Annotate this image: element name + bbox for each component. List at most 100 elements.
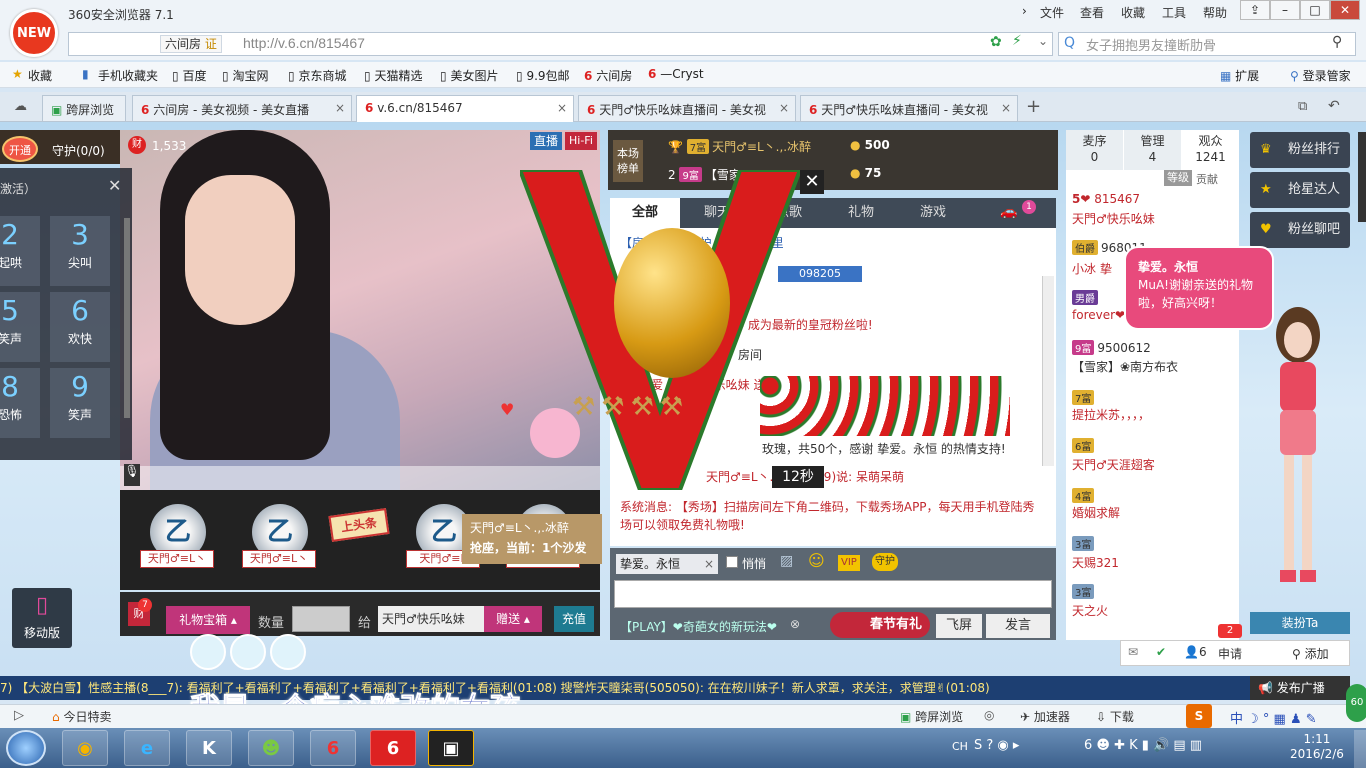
close-tab-icon[interactable]: × — [1001, 101, 1011, 115]
close-tab-icon[interactable]: × — [557, 101, 567, 115]
user-name[interactable]: 婚姻求解 — [1072, 504, 1120, 521]
minimize-button[interactable]: – — [1270, 0, 1300, 20]
close-icon[interactable]: × — [704, 554, 714, 574]
close-icon[interactable]: ✕ — [800, 170, 824, 194]
quantity-input[interactable] — [292, 606, 350, 632]
recipient-select[interactable]: 天門♂快乐吆妹 — [378, 606, 484, 632]
start-button[interactable] — [6, 730, 46, 766]
speed-icon[interactable]: ⚡ — [1012, 33, 1022, 49]
sound-key-9[interactable]: 9 笑声 — [50, 368, 110, 438]
zoom-badge[interactable]: 60 — [1346, 684, 1366, 722]
star-grab-button[interactable]: ★ 抢星达人 — [1250, 172, 1350, 208]
menu-file[interactable]: 文件 — [1040, 4, 1064, 21]
publish-broadcast-button[interactable]: 📢 发布广播 — [1250, 676, 1350, 700]
taskbar-app-color-icon[interactable]: ◉ — [62, 730, 108, 766]
tab-list-icon[interactable]: ⧉ — [1298, 99, 1307, 114]
hifi-tag[interactable]: Hi-Fi — [565, 132, 597, 150]
user-name[interactable]: 【雪家】❀南方布衣 — [1072, 358, 1178, 375]
user-name[interactable]: 天之火 — [1072, 602, 1108, 619]
emoji-icon[interactable]: ☺ — [808, 551, 825, 570]
browser-logo[interactable]: NEW — [10, 9, 58, 57]
car-icon[interactable]: 🚗 — [1000, 204, 1017, 220]
frog-app-icon[interactable]: ☻ — [248, 730, 294, 766]
tab-room-2[interactable]: 6 天門♂快乐吆妹直播间 - 美女视 × — [578, 95, 796, 121]
gift-item[interactable]: 乙天門♂≡L丶 — [232, 500, 322, 580]
fav-mobile[interactable]: 手机收藏夹 — [98, 67, 158, 84]
search-engine-icon[interactable]: Q — [1064, 35, 1075, 51]
tab-room-3[interactable]: 6 天門♂快乐吆妹直播间 - 美女视 × — [800, 95, 1018, 121]
fav-collect[interactable]: 收藏 — [28, 67, 52, 84]
fly-screen-button[interactable]: 飞屏 — [936, 614, 982, 638]
panel-scrollbar[interactable] — [124, 218, 130, 418]
sofa-panel[interactable]: 天門♂≡L丶.,.冰醉 抢座，当前：1个沙发 — [462, 514, 602, 564]
fav-beauty[interactable]: ▯ 美女图片 — [440, 67, 498, 84]
gift-item[interactable]: 乙天門♂≡L丶 — [130, 500, 220, 580]
url-text[interactable]: http://v.6.cn/815467 — [243, 35, 365, 51]
menu-help[interactable]: 帮助 — [1203, 4, 1227, 21]
list-item[interactable]: 4富 — [1072, 488, 1097, 503]
download-button[interactable]: ⇩ 下载 — [1096, 708, 1134, 725]
tab-gifts[interactable]: 礼物 — [826, 198, 896, 228]
mail-icon[interactable]: ✉ — [1128, 645, 1138, 659]
sound-key-2[interactable]: 2 起哄 — [0, 216, 40, 286]
sogou-icon[interactable]: S — [1186, 704, 1212, 728]
mobile-version-button[interactable]: ▯ 移动版 — [12, 588, 72, 648]
vip-button[interactable]: VIP — [838, 555, 860, 571]
language-indicator[interactable]: CH — [952, 740, 968, 753]
maximize-button[interactable]: □ — [1300, 0, 1330, 20]
ie-icon[interactable]: e — [124, 730, 170, 766]
close-window-button[interactable]: ✕ — [1330, 0, 1360, 20]
sidebar-toggle-icon[interactable]: ▷ — [14, 708, 24, 723]
sort-by-contribution[interactable]: 贡献 — [1196, 171, 1218, 187]
input-method-bar[interactable]: 中 ☽ ° ▦ ♟ ✎ — [1230, 708, 1317, 727]
sound-key-6[interactable]: 6 欢快 — [50, 292, 110, 362]
undo-close-icon[interactable]: ↶ — [1328, 98, 1340, 114]
page-scrollbar[interactable] — [1358, 132, 1366, 222]
image-icon[interactable]: ▨ — [780, 553, 793, 569]
chevron-down-icon[interactable]: ⌄ — [1038, 34, 1048, 48]
tray-icons[interactable]: S ? ◉ ▸ — [974, 738, 1019, 753]
security-icon[interactable]: ✿ — [990, 34, 1002, 50]
fav-cryst[interactable]: 6 —Cryst — [648, 67, 704, 81]
menu-view[interactable]: 查看 — [1080, 4, 1104, 21]
play-promo[interactable]: 【PLAY】❤奇葩女的新玩法❤ — [620, 618, 777, 635]
tab-6cn-home[interactable]: 6 六间房 - 美女视频 - 美女直播 × — [132, 95, 352, 121]
fav-taobao[interactable]: ▯ 淘宝网 — [222, 67, 268, 84]
list-item[interactable]: 9富 9500612 — [1072, 340, 1151, 355]
fans-chat-button[interactable]: ♥ 粉丝聊吧 — [1250, 212, 1350, 248]
guard-button[interactable]: 守护 — [872, 553, 898, 571]
accelerator-button[interactable]: ✈ 加速器 — [1020, 708, 1070, 725]
tab-room-active[interactable]: 6 v.6.cn/815467 × — [356, 95, 574, 123]
taskbar-window-preview[interactable]: ▣ — [428, 730, 474, 766]
site-chip[interactable]: 六间房 证 — [160, 35, 222, 53]
guard-label[interactable]: 守护(0/0) — [52, 142, 105, 159]
fav-jd[interactable]: ▯ 京东商城 — [288, 67, 346, 84]
chat-input[interactable] — [614, 580, 1052, 608]
ranking-row[interactable]: 🏆 7富 天門♂≡L丶.,.冰醉 — [668, 138, 811, 155]
list-item[interactable]: 3富 — [1072, 536, 1097, 551]
sort-by-level[interactable]: 等级 — [1164, 170, 1192, 186]
golden-egg[interactable] — [614, 228, 730, 378]
kugou-icon[interactable]: K — [186, 730, 232, 766]
chat-scrollbar[interactable] — [1042, 276, 1054, 466]
gift-box-button[interactable]: 礼物宝箱 ▴ — [166, 606, 250, 634]
close-tab-icon[interactable]: × — [779, 101, 789, 115]
clock[interactable]: 1:11 2016/2/6 — [1290, 732, 1344, 762]
tab-cross-screen[interactable]: ▣ 跨屏浏览 — [42, 95, 126, 121]
search-icon[interactable]: ⚲ — [1332, 34, 1342, 50]
close-icon[interactable]: ✕ — [108, 176, 121, 195]
close-tab-icon[interactable]: × — [335, 101, 345, 115]
tray-icons-right[interactable]: 6 ☻ ✚ K ▮ 🔊 ▤ ▥ — [1084, 738, 1202, 753]
new-tab-button[interactable]: + — [1026, 96, 1041, 117]
user-name[interactable]: 天門♂快乐吆妹 — [1072, 210, 1155, 227]
tab-audience[interactable]: 观众 1241 — [1182, 130, 1239, 170]
recharge-button[interactable]: 充值 — [554, 606, 594, 632]
people-button[interactable]: 👤6 — [1184, 645, 1207, 659]
user-name[interactable]: 天門♂天涯翅客 — [1072, 456, 1155, 473]
target-user-chip[interactable]: 挚爱。永恒 × — [616, 554, 718, 574]
tab-mic-queue[interactable]: 麦序 0 — [1066, 130, 1123, 170]
tab-admins[interactable]: 管理 4 — [1124, 130, 1181, 170]
add-button[interactable]: ⚲ 添加 — [1292, 645, 1329, 662]
fav-tmall[interactable]: ▯ 天猫精选 — [364, 67, 422, 84]
fav-9yuan[interactable]: ▯ 9.9包邮 — [516, 67, 570, 84]
